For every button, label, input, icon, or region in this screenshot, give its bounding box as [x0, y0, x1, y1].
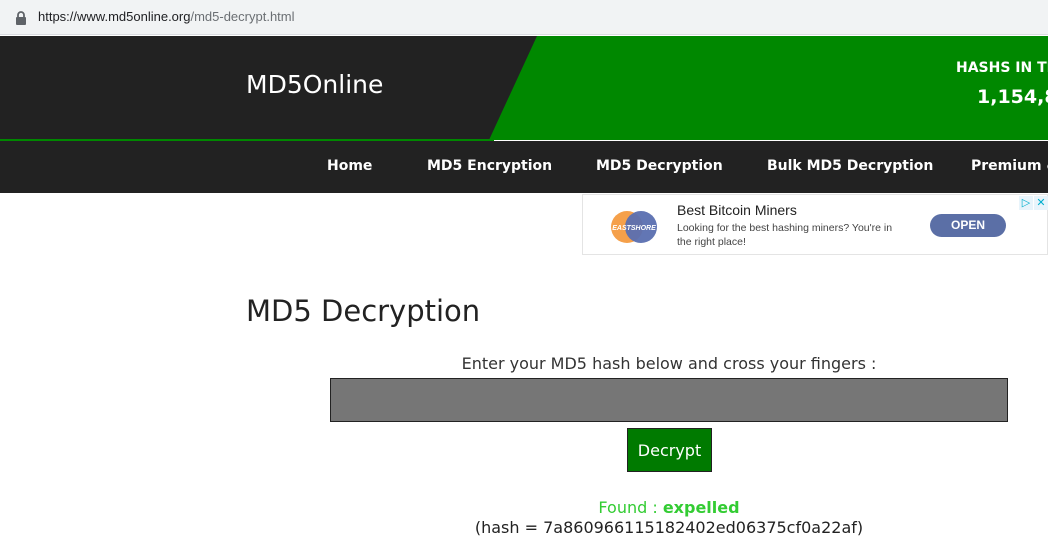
site-header: MD5Online HASHS IN TH 1,154,86	[0, 36, 1048, 140]
page-title: MD5 Decryption	[246, 294, 481, 328]
ad-open-button[interactable]: OPEN	[930, 214, 1006, 237]
ad-banner[interactable]: EASTSHORE Best Bitcoin Miners Looking fo…	[582, 194, 1048, 255]
url-text[interactable]: https://www.md5online.org/md5-decrypt.ht…	[38, 9, 295, 24]
eastshore-logo-icon: EASTSHORE	[611, 211, 657, 243]
nav-premium[interactable]: Premium &	[971, 158, 1048, 174]
hash-prompt: Enter your MD5 hash below and cross your…	[461, 354, 877, 373]
result-found: Found : expelled	[330, 498, 1008, 517]
decrypt-button[interactable]: Decrypt	[627, 428, 712, 472]
nav-bulk-md5-decryption[interactable]: Bulk MD5 Decryption	[767, 158, 933, 174]
ad-choices-icon[interactable]: ▷	[1019, 196, 1033, 210]
ad-logo-text: EASTSHORE	[612, 225, 656, 232]
ad-description: Looking for the best hashing miners? You…	[677, 222, 893, 248]
header-green-panel	[489, 36, 1048, 140]
md5-hash-input[interactable]	[330, 378, 1008, 422]
nav-home[interactable]: Home	[327, 158, 372, 174]
url-path: /md5-decrypt.html	[190, 9, 295, 24]
nav-md5-decryption[interactable]: MD5 Decryption	[596, 158, 723, 174]
nav-md5-encryption[interactable]: MD5 Encryption	[427, 158, 552, 174]
close-icon[interactable]: ✕	[1034, 196, 1048, 210]
main-nav: Home MD5 Encryption MD5 Decryption Bulk …	[0, 141, 1048, 193]
found-label: Found :	[598, 498, 663, 517]
hashes-label: HASHS IN TH	[956, 60, 1048, 76]
result-hash: (hash = 7a860966115182402ed06375cf0a22af…	[474, 518, 864, 537]
url-host: https://www.md5online.org	[38, 9, 191, 24]
site-logo[interactable]: MD5Online	[246, 70, 383, 99]
ad-title[interactable]: Best Bitcoin Miners	[677, 202, 797, 218]
address-bar[interactable]: https://www.md5online.org/md5-decrypt.ht…	[0, 0, 1048, 35]
lock-icon	[16, 11, 26, 25]
found-word: expelled	[662, 498, 740, 517]
hashes-count: 1,154,86	[977, 86, 1048, 108]
